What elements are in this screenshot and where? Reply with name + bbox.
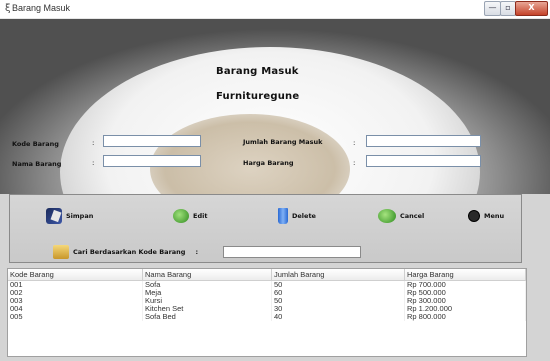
menu-button[interactable]: Menu — [468, 207, 504, 225]
menu-label: Menu — [484, 212, 505, 220]
table-cell: Rp 800.000 — [404, 313, 526, 321]
table-cell: 004 — [8, 305, 143, 313]
table-cell: 005 — [8, 313, 143, 321]
table-cell: Sofa Bed — [142, 313, 272, 321]
table-cell: 001 — [8, 280, 143, 289]
nama-barang-input[interactable] — [103, 155, 201, 167]
column-header[interactable]: Kode Barang — [8, 269, 143, 281]
app-icon: ξ — [5, 3, 11, 14]
folder-search-icon — [53, 245, 69, 259]
window-title: Barang Masuk — [12, 3, 71, 13]
edit-icon — [173, 209, 189, 223]
delete-label: Delete — [292, 212, 316, 220]
table-cell: 50 — [271, 297, 405, 305]
kode-colon: : — [92, 139, 95, 147]
jumlah-barang-label: Jumlah Barang Masuk — [243, 138, 323, 146]
column-header[interactable]: Jumlah Barang — [271, 269, 405, 281]
search-colon: : — [195, 248, 199, 256]
jumlah-colon: : — [353, 139, 356, 147]
table-cell: 003 — [8, 297, 143, 305]
action-panel: Simpan Edit Delete Cancel Menu Cari Berd… — [9, 194, 522, 263]
actions-and-table-area: Simpan Edit Delete Cancel Menu Cari Berd… — [0, 194, 550, 361]
table-cell: 30 — [271, 305, 405, 313]
column-header[interactable]: Nama Barang — [142, 269, 272, 281]
table-cell: 50 — [271, 280, 405, 289]
close-button[interactable]: X — [515, 1, 548, 16]
table-row[interactable]: 005 Sofa Bed 40 Rp 800.000 — [8, 313, 526, 321]
kode-barang-input[interactable] — [103, 135, 201, 147]
edit-button[interactable]: Edit — [173, 207, 207, 225]
save-label: Simpan — [66, 212, 94, 220]
nama-barang-label: Nama Barang — [12, 160, 62, 168]
table-cell: 40 — [271, 313, 405, 321]
column-header[interactable]: Harga Barang — [404, 269, 526, 281]
table-cell: Sofa — [142, 280, 272, 289]
nama-colon: : — [92, 159, 95, 167]
table-cell: 60 — [271, 289, 405, 297]
page-title: Barang Masuk — [216, 66, 299, 77]
menu-icon — [468, 210, 480, 222]
cancel-button[interactable]: Cancel — [378, 207, 424, 225]
search-label-group: Cari Berdasarkan Kode Barang : — [53, 243, 198, 261]
harga-colon: : — [353, 159, 356, 167]
table-row[interactable]: 001 Sofa 50 Rp 700.000 — [8, 280, 526, 289]
company-name: Furnituregune — [216, 91, 300, 102]
title-bar: ξ Barang Masuk — ▫ X — [0, 0, 550, 19]
search-input[interactable] — [223, 246, 361, 258]
minimize-button[interactable]: — — [484, 1, 501, 16]
harga-barang-label: Harga Barang — [243, 159, 294, 167]
save-button[interactable]: Simpan — [46, 207, 93, 225]
jumlah-barang-input[interactable] — [366, 135, 481, 147]
search-label: Cari Berdasarkan Kode Barang — [73, 248, 186, 256]
edit-label: Edit — [193, 212, 208, 220]
delete-button[interactable]: Delete — [278, 207, 316, 225]
form-area: Barang Masuk Furnituregune Kode Barang :… — [0, 19, 550, 194]
save-icon — [46, 208, 62, 224]
table-row[interactable]: 002 Meja 60 Rp 500.000 — [8, 289, 526, 297]
harga-barang-input[interactable] — [366, 155, 481, 167]
maximize-button[interactable]: ▫ — [500, 1, 516, 16]
cancel-icon — [378, 209, 396, 223]
table-cell: 002 — [8, 289, 143, 297]
trash-icon — [278, 208, 288, 224]
kode-barang-label: Kode Barang — [12, 140, 59, 148]
data-table[interactable]: Kode Barang Nama Barang Jumlah Barang Ha… — [7, 268, 527, 357]
cancel-label: Cancel — [400, 212, 425, 220]
table-row[interactable]: 004 Kitchen Set 30 Rp 1.200.000 — [8, 305, 526, 313]
table-header-row: Kode Barang Nama Barang Jumlah Barang Ha… — [8, 269, 526, 281]
